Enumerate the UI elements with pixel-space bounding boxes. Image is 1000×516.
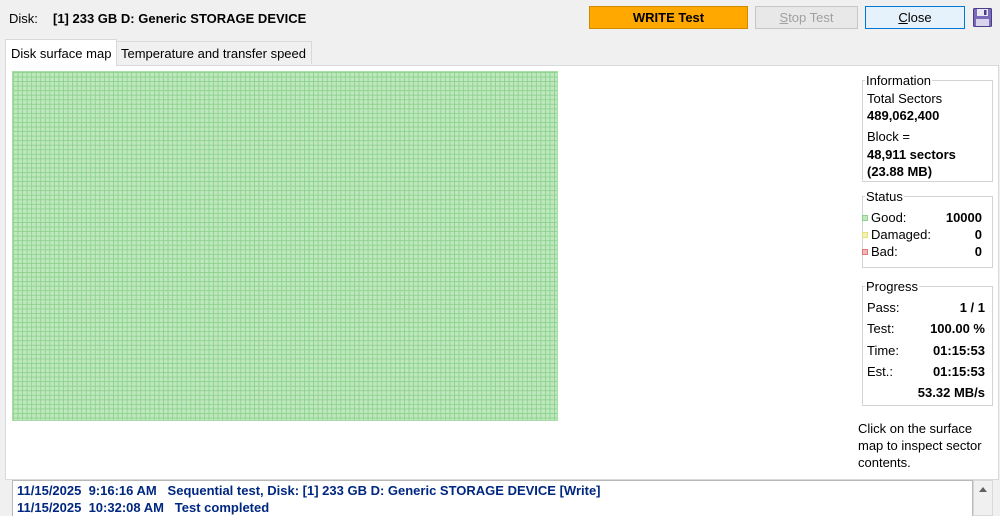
stop-button-mnemonic: S	[779, 10, 789, 25]
total-sectors-value: 489,062,400	[867, 108, 940, 123]
log-box[interactable]: 11/15/2025 9:16:16 AM Sequential test, D…	[12, 480, 973, 516]
progress-title: Progress	[865, 279, 920, 294]
block-sectors: 48,911 sectors	[867, 147, 956, 162]
save-button[interactable]	[972, 7, 993, 28]
scroll-up-arrow-icon[interactable]	[979, 487, 987, 492]
test-value: 100.00 %	[930, 321, 985, 336]
time-label: Time:	[867, 343, 900, 358]
status-bad: Bad:	[862, 244, 898, 259]
log-line: 11/15/2025 10:32:08 AM Test completed	[17, 500, 270, 515]
good-value: 10000	[945, 210, 982, 225]
disk-label: Disk:	[9, 11, 38, 26]
damaged-value: 0	[974, 227, 982, 242]
est-label: Est.:	[867, 364, 894, 379]
test-label: Test:	[867, 321, 895, 336]
disk-name: [1] 233 GB D: Generic STORAGE DEVICE	[53, 11, 307, 26]
pass-value: 1 / 1	[959, 300, 985, 315]
block-size: (23.88 MB)	[867, 164, 933, 179]
close-button[interactable]: Close	[865, 6, 965, 29]
write-test-button[interactable]: WRITE Test	[589, 6, 748, 29]
bad-label: Bad:	[871, 244, 898, 259]
damaged-label: Damaged:	[871, 227, 931, 242]
block-label: Block =	[867, 129, 910, 144]
log-scrollbar[interactable]	[973, 480, 993, 516]
status-title: Status	[865, 189, 904, 204]
good-legend-square	[862, 214, 868, 221]
floppy-disk-icon	[973, 8, 992, 27]
app-window: Disk: [1] 233 GB D: Generic STORAGE DEVI…	[0, 0, 1000, 516]
close-button-mnemonic: C	[898, 10, 908, 25]
damaged-legend-square	[862, 231, 868, 238]
time-value: 01:15:53	[932, 343, 985, 358]
bad-legend-square	[862, 248, 868, 255]
log-line: 11/15/2025 9:16:16 AM Sequential test, D…	[17, 483, 601, 498]
status-good: Good:	[862, 210, 906, 225]
close-button-label: lose	[907, 10, 932, 25]
stop-test-button[interactable]: Stop Test	[755, 6, 858, 29]
surface-map[interactable]	[12, 71, 558, 421]
good-label: Good:	[871, 210, 907, 225]
transfer-speed: 53.32 MB/s	[917, 385, 985, 400]
information-title: Information	[865, 73, 933, 88]
total-sectors-label: Total Sectors	[867, 91, 943, 106]
stop-button-label: top Test	[788, 10, 834, 25]
est-value: 01:15:53	[932, 364, 985, 379]
pass-label: Pass:	[867, 300, 900, 315]
surface-map-hint: Click on the surface map to inspect sect…	[858, 421, 982, 470]
tab-temperature-transfer-speed[interactable]: Temperature and transfer speed	[115, 41, 312, 64]
surface-map-empty-area[interactable]	[559, 71, 850, 421]
bad-value: 0	[974, 244, 982, 259]
tab-disk-surface-map[interactable]: Disk surface map	[5, 39, 118, 66]
status-damaged: Damaged:	[862, 227, 931, 242]
